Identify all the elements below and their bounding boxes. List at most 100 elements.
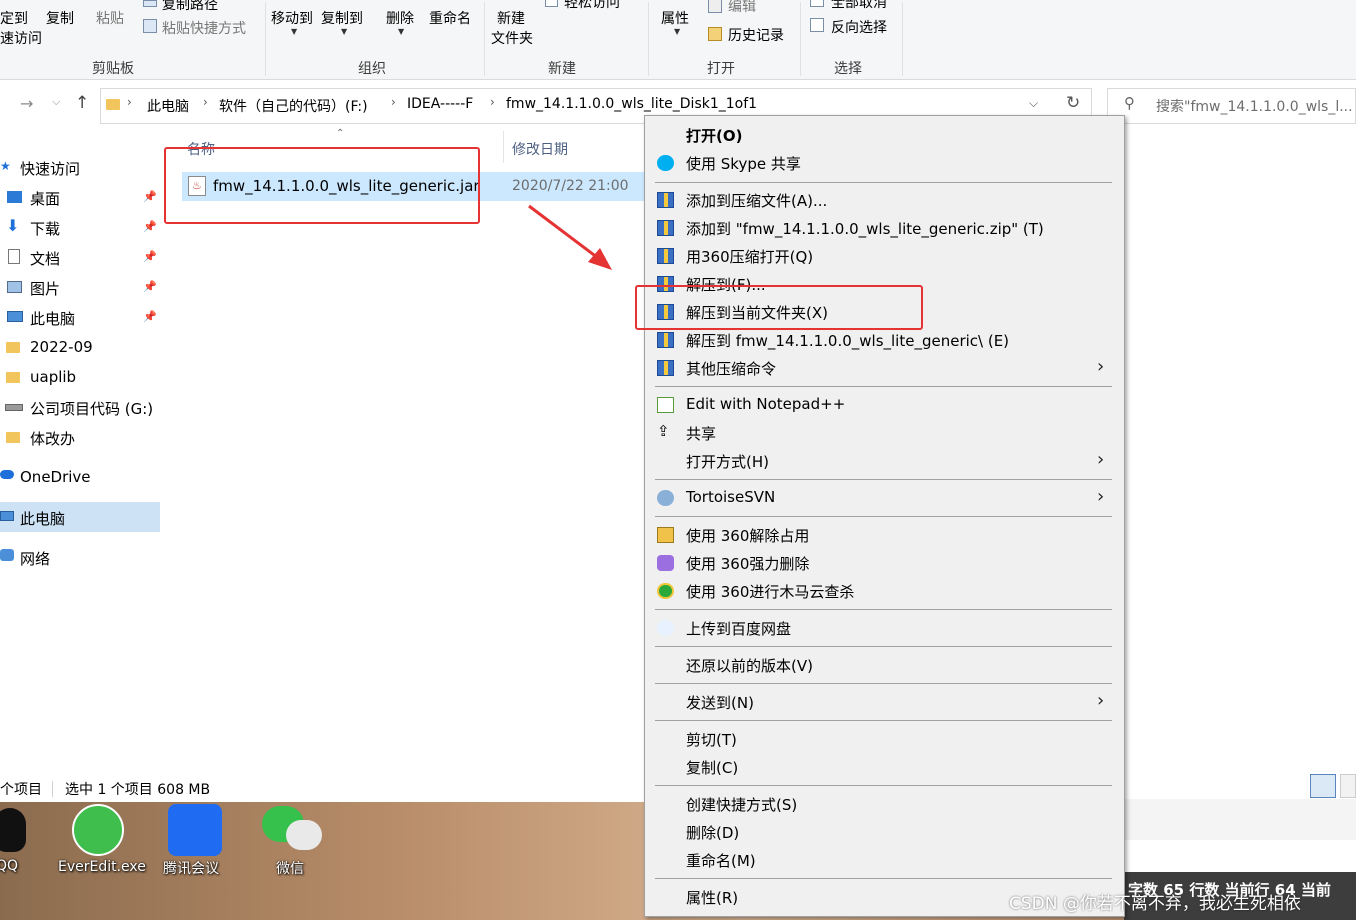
sidebar-item-uaplib[interactable]: uaplib (0, 363, 160, 393)
menu-item-360-scan[interactable]: 使用 360进行木马云查杀 (645, 577, 1124, 605)
sidebar-network[interactable]: 网络 (20, 548, 50, 569)
invert-selection-button[interactable]: 反向选择 (831, 17, 887, 37)
tencent-meeting-icon (168, 804, 222, 856)
sort-ascending-icon: ⌃ (336, 128, 345, 139)
select-none-icon (810, 0, 824, 7)
menu-item-delete[interactable]: 删除(D) (645, 818, 1124, 846)
menu-item-label: 打开方式(H) (686, 453, 769, 471)
menu-item-rename[interactable]: 重命名(M) (645, 846, 1124, 874)
menu-item-open-360zip[interactable]: 用360压缩打开(Q) (645, 242, 1124, 270)
address-dropdown-chevron-icon[interactable]: ⌵ (1029, 96, 1038, 111)
desktop-icon-tencent-meeting[interactable] (168, 804, 222, 856)
desktop-label-wechat: 微信 (276, 861, 304, 877)
sidebar-item-label: 此电脑 (30, 310, 76, 328)
folder-icon (6, 342, 20, 353)
column-header-modified[interactable]: 修改日期 (512, 139, 568, 159)
menu-separator (655, 646, 1112, 647)
menu-item-label: 复制(C) (686, 759, 739, 777)
menu-item-share[interactable]: ⇪ 共享 (645, 419, 1124, 447)
network-icon (0, 549, 14, 561)
desktop-icon-wechat[interactable] (262, 806, 322, 856)
copy-path-button[interactable]: 复制路径 (162, 0, 218, 14)
notepadpp-icon (657, 397, 674, 413)
sidebar-item-2022-09[interactable]: 2022-09 (0, 333, 160, 363)
recent-locations-chevron-icon[interactable]: ⌵ (52, 95, 60, 109)
organize-group-label: 组织 (358, 61, 386, 77)
paste-button[interactable]: 粘贴 (96, 8, 124, 28)
move-to-button[interactable]: 移动到 (271, 8, 313, 28)
navigation-pane: ★ 快速访问 桌面 📌 ⬇ 下载 📌 文档 📌 图片 📌 此电脑 📌 2022-… (0, 127, 162, 777)
file-modified-date: 2020/7/22 21:00 (512, 178, 629, 194)
sidebar-item-this-pc-pinned[interactable]: 此电脑 📌 (0, 303, 160, 333)
sidebar-item-documents[interactable]: 文档 📌 (0, 243, 160, 273)
menu-item-copy[interactable]: 复制(C) (645, 753, 1124, 781)
rename-button[interactable]: 重命名 (429, 8, 471, 28)
paste-shortcut-button[interactable]: 粘贴快捷方式 (162, 18, 246, 38)
sidebar-item-desktop[interactable]: 桌面 📌 (0, 183, 160, 213)
menu-separator (655, 878, 1112, 879)
menu-item-notepadpp[interactable]: Edit with Notepad++ (645, 391, 1124, 419)
refresh-icon[interactable]: ↻ (1066, 93, 1080, 113)
share-icon: ⇪ (657, 422, 670, 440)
menu-item-baidu-netdisk[interactable]: 上传到百度网盘 (645, 614, 1124, 642)
properties-button[interactable]: 属性 (661, 8, 689, 28)
menu-item-cut[interactable]: 剪切(T) (645, 725, 1124, 753)
desktop-icon-qq[interactable] (0, 806, 34, 856)
details-view-button[interactable] (1310, 774, 1336, 798)
menu-item-open-with[interactable]: 打开方式(H) › (645, 447, 1124, 475)
menu-item-restore-versions[interactable]: 还原以前的版本(V) (645, 651, 1124, 679)
menu-item-360-force-delete[interactable]: 使用 360强力删除 (645, 549, 1124, 577)
menu-item-open[interactable]: 打开(O) (645, 121, 1124, 149)
select-none-button[interactable]: 全部取消 (831, 0, 887, 12)
copy-button[interactable]: 复制 (46, 8, 74, 28)
sidebar-item-tigaiban[interactable]: 体改办 (0, 423, 160, 453)
copy-to-button[interactable]: 复制到 (321, 8, 363, 28)
breadcrumb-this-pc[interactable]: 此电脑 (147, 96, 189, 116)
sidebar-item-label: 图片 (30, 280, 61, 298)
copy-path-icon (143, 0, 157, 7)
menu-item-send-to[interactable]: 发送到(N) › (645, 688, 1124, 716)
sidebar-item-drive-g[interactable]: 公司项目代码 (G:) (0, 393, 160, 423)
menu-item-skype-share[interactable]: 使用 Skype 共享 (645, 149, 1124, 177)
menu-item-add-archive[interactable]: 添加到压缩文件(A)... (645, 186, 1124, 214)
new-folder-button[interactable]: 新建 (497, 8, 525, 28)
archive-icon (657, 220, 674, 236)
tortoisesvn-icon (657, 490, 674, 506)
sidebar-item-label: uaplib (30, 368, 77, 386)
menu-item-extract-folder[interactable]: 解压到 fmw_14.1.1.0.0_wls_lite_generic\ (E) (645, 326, 1124, 354)
search-placeholder[interactable]: 搜索"fmw_14.1.1.0.0_wls_l... (1156, 96, 1353, 116)
desktop-icon-everedit[interactable] (72, 804, 126, 856)
menu-item-label: 创建快捷方式(S) (686, 796, 798, 814)
breadcrumb-current-folder[interactable]: fmw_14.1.1.0.0_wls_lite_Disk1_1of1 (506, 96, 757, 112)
menu-item-360-unlock[interactable]: 使用 360解除占用 (645, 521, 1124, 549)
sidebar-item-this-pc[interactable]: 此电脑 (0, 502, 160, 532)
menu-item-tortoisesvn[interactable]: TortoiseSVN › (645, 484, 1124, 512)
menu-item-other-zip[interactable]: 其他压缩命令 › (645, 354, 1124, 382)
sidebar-item-downloads[interactable]: ⬇ 下载 📌 (0, 213, 160, 243)
sidebar-quick-access[interactable]: 快速访问 (20, 158, 80, 179)
menu-item-create-shortcut[interactable]: 创建快捷方式(S) (645, 790, 1124, 818)
chevron-down-icon: ▼ (674, 27, 681, 36)
edit-button[interactable]: 编辑 (728, 0, 756, 16)
sidebar-item-pictures[interactable]: 图片 📌 (0, 273, 160, 303)
menu-item-label: 使用 Skype 共享 (686, 155, 801, 173)
delete-button[interactable]: 删除 (386, 8, 414, 28)
easy-access-button[interactable]: 轻松访问 (564, 0, 620, 12)
breadcrumb-drive-f[interactable]: 软件（自己的代码）(F:) (219, 96, 368, 116)
sidebar-onedrive[interactable]: OneDrive (20, 468, 91, 486)
up-arrow-icon[interactable]: ↑ (75, 93, 89, 113)
annotation-arrow-icon (528, 204, 612, 270)
open-group-label: 打开 (707, 61, 735, 77)
paste-shortcut-icon (143, 19, 157, 33)
breadcrumb-idea-folder[interactable]: IDEA-----F (407, 96, 473, 112)
easy-access-icon (545, 0, 558, 7)
menu-item-add-zip[interactable]: 添加到 "fmw_14.1.1.0.0_wls_lite_generic.zip… (645, 214, 1124, 242)
history-button[interactable]: 历史记录 (728, 25, 784, 45)
pin-quick-access-button[interactable]: 定到 (0, 8, 28, 28)
context-menu: 打开(O) 使用 Skype 共享 添加到压缩文件(A)... 添加到 "fmw… (644, 115, 1125, 917)
menu-separator (655, 479, 1112, 480)
back-arrow-icon[interactable]: → (20, 94, 33, 113)
new-group-label: 新建 (548, 61, 576, 77)
menu-item-label: TortoiseSVN (686, 488, 776, 506)
large-icons-view-button[interactable] (1340, 774, 1356, 798)
